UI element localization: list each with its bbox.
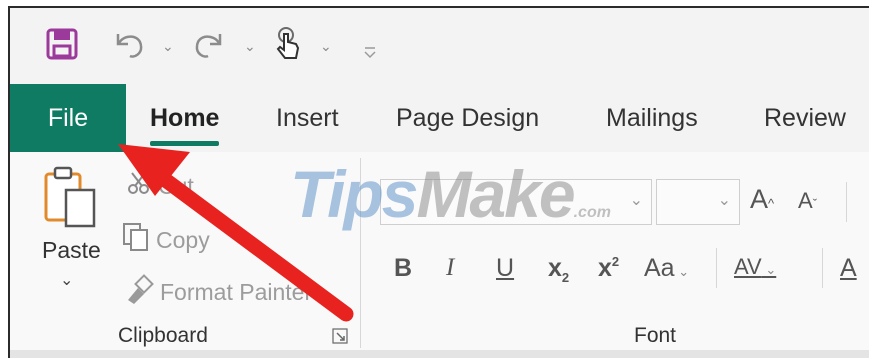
annotation-arrow (118, 144, 354, 322)
